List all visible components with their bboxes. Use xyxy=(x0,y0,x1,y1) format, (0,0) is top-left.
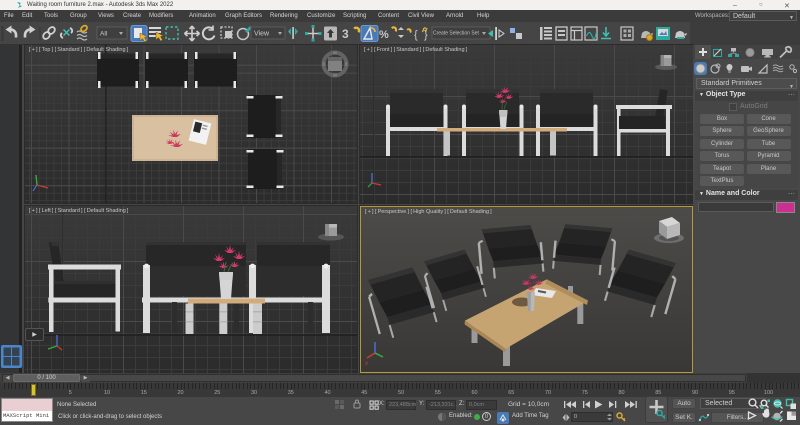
svg-text:x: x xyxy=(365,361,368,367)
svg-text:Create Selection Set: Create Selection Set xyxy=(433,31,479,37)
svg-text:{: { xyxy=(414,29,418,41)
svg-text:View: View xyxy=(254,31,270,38)
svg-text:%: % xyxy=(379,29,389,41)
svg-text:}: } xyxy=(424,29,428,41)
svg-text:3: 3 xyxy=(342,27,349,41)
svg-text:All: All xyxy=(100,31,108,38)
